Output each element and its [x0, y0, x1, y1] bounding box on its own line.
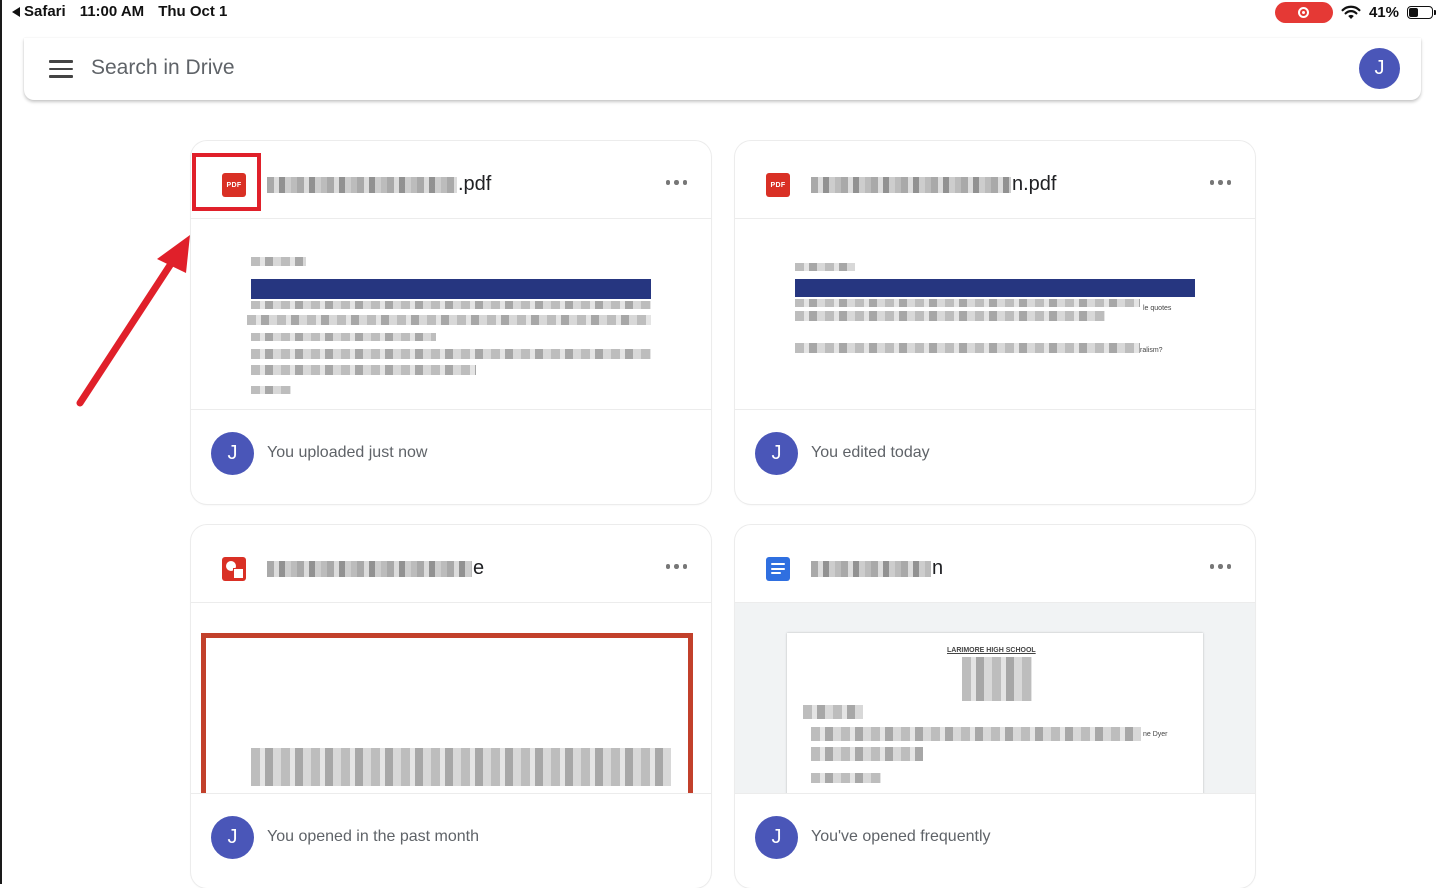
back-to-app-button[interactable]: Safari	[12, 3, 66, 20]
file-preview[interactable]: le quotes ralism?	[735, 219, 1255, 410]
file-card[interactable]: n LARIMORE HIGH SCHOOL ne Dyer J You've …	[735, 525, 1255, 888]
file-preview[interactable]: LARIMORE HIGH SCHOOL ne Dyer	[735, 603, 1255, 794]
slides-icon	[222, 557, 246, 581]
screen-edge	[0, 0, 2, 884]
file-card-header: n	[735, 525, 1255, 603]
ios-status-bar: Safari 11:00 AM Thu Oct 1 41%	[0, 0, 1441, 26]
activity-text: You uploaded just now	[267, 444, 428, 461]
drive-search-bar[interactable]: Search in Drive J	[24, 38, 1421, 100]
file-card[interactable]: PDF n.pdf le quotes ralism? J You edited…	[735, 141, 1255, 504]
account-avatar[interactable]: J	[1359, 48, 1400, 89]
wifi-icon	[1341, 5, 1361, 19]
annotation-highlight-box	[192, 153, 261, 211]
more-options-button[interactable]	[1209, 180, 1231, 185]
redacted-text	[811, 560, 931, 577]
activity-text: You edited today	[811, 444, 930, 461]
file-preview[interactable]	[191, 219, 711, 410]
preview-snippet: LARIMORE HIGH SCHOOL	[947, 647, 1036, 654]
more-options-button[interactable]	[1209, 564, 1231, 569]
preview-snippet: ne Dyer	[1143, 731, 1168, 738]
file-name[interactable]: n.pdf	[811, 173, 1056, 196]
file-activity: J You edited today	[735, 410, 1255, 504]
more-options-button[interactable]	[665, 180, 687, 185]
search-input[interactable]: Search in Drive	[91, 56, 235, 80]
activity-text: You opened in the past month	[267, 828, 480, 845]
redacted-text	[267, 176, 457, 193]
activity-text: You've opened frequently	[811, 828, 991, 845]
annotation-arrow-icon	[76, 235, 190, 407]
file-card[interactable]: PDF .pdf J You uploaded just now	[191, 141, 711, 504]
user-avatar: J	[755, 432, 798, 475]
user-avatar: J	[211, 432, 254, 475]
file-name[interactable]: n	[811, 557, 943, 580]
redacted-text	[267, 560, 472, 577]
file-card-header: e	[191, 525, 711, 603]
screen-record-icon	[1298, 7, 1310, 18]
file-card[interactable]: e J You opened in the past month	[191, 525, 711, 888]
back-app-label: Safari	[24, 3, 66, 20]
battery-icon	[1407, 6, 1436, 19]
hamburger-menu-icon[interactable]	[49, 60, 73, 78]
status-date: Thu Oct 1	[158, 3, 228, 20]
doc-thumbnail: LARIMORE HIGH SCHOOL ne Dyer	[787, 633, 1203, 793]
battery-percent: 41%	[1368, 4, 1399, 21]
preview-snippet: le quotes	[1143, 305, 1172, 312]
user-avatar: J	[211, 816, 254, 859]
file-activity: J You uploaded just now	[191, 410, 711, 504]
battery-level-fill	[1409, 8, 1418, 17]
status-time: 11:00 AM	[79, 3, 145, 20]
user-avatar: J	[755, 816, 798, 859]
screen-record-indicator[interactable]	[1274, 2, 1333, 23]
file-card-header: PDF n.pdf	[735, 141, 1255, 219]
preview-snippet: ralism?	[1140, 347, 1163, 354]
file-activity: J You've opened frequently	[735, 794, 1255, 888]
file-name[interactable]: e	[267, 557, 484, 580]
file-activity: J You opened in the past month	[191, 794, 711, 888]
file-card-header: PDF .pdf	[191, 141, 711, 219]
slide-thumbnail	[201, 633, 693, 793]
file-name[interactable]: .pdf	[267, 173, 491, 196]
more-options-button[interactable]	[665, 564, 687, 569]
pdf-icon: PDF	[766, 173, 790, 197]
back-arrow-icon	[12, 6, 20, 17]
redacted-text	[811, 176, 1011, 193]
file-preview[interactable]	[191, 603, 711, 794]
docs-icon	[766, 557, 790, 581]
